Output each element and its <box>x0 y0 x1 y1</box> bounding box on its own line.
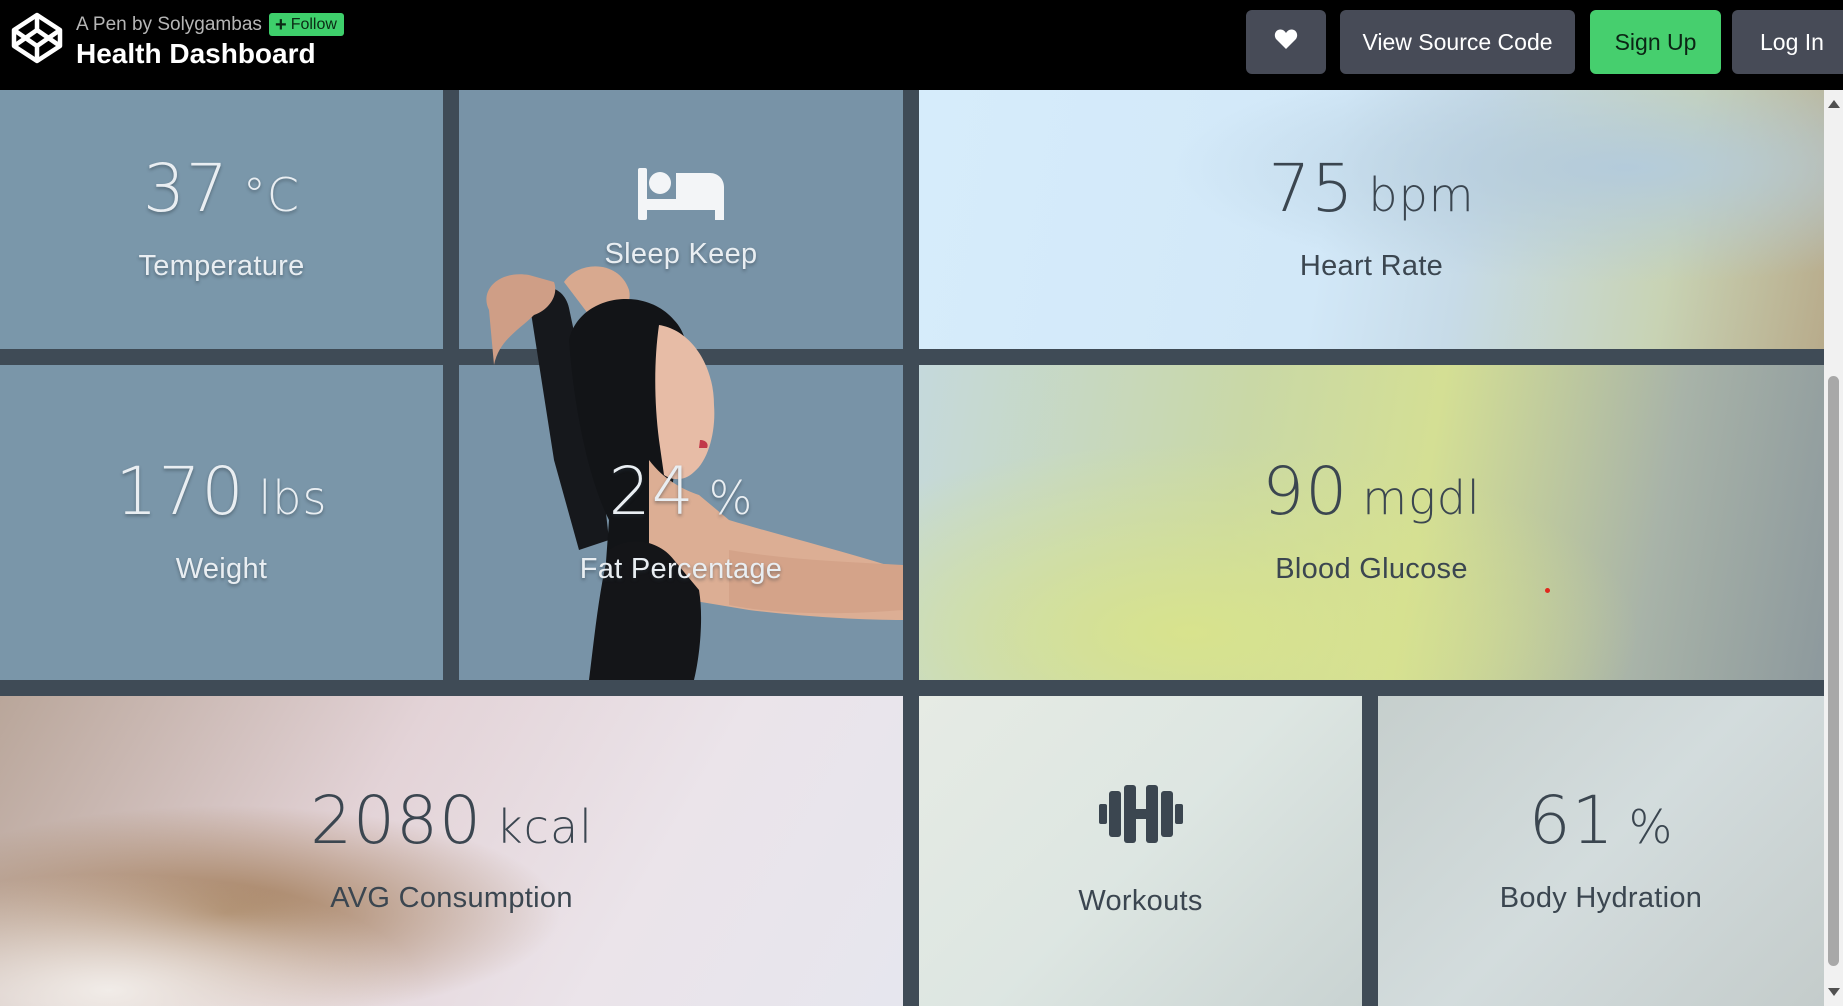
weight-label: Weight <box>175 553 268 585</box>
sign-up-button[interactable]: Sign Up <box>1590 10 1721 74</box>
temperature-unit: °C <box>242 168 301 222</box>
consumption-tile: 2080 kcal AVG Consumption <box>0 696 903 1006</box>
hydration-number: 61 <box>1528 781 1615 859</box>
view-source-button[interactable]: View Source Code <box>1340 10 1575 74</box>
pen-author[interactable]: A Pen by Solygambas <box>76 14 262 36</box>
heart-rate-number: 75 <box>1268 150 1355 227</box>
temperature-label: Temperature <box>138 250 305 282</box>
heart-rate-tile: 75 bpm Heart Rate <box>919 90 1824 349</box>
heart-icon <box>1274 28 1298 56</box>
consumption-value: 2080 kcal <box>310 787 593 854</box>
scroll-thumb[interactable] <box>1828 376 1839 966</box>
blood-glucose-tile: 90 mgdl Blood Glucose <box>919 365 1824 680</box>
weight-tile: 170 lbs Weight <box>0 365 443 680</box>
fat-number: 24 <box>608 453 695 530</box>
glucose-value: 90 mgdl <box>1262 459 1480 525</box>
top-bar: A Pen by Solygambas + Follow Health Dash… <box>0 0 1843 90</box>
glucose-label: Blood Glucose <box>1275 553 1468 585</box>
glucose-number: 90 <box>1262 453 1349 530</box>
temperature-value: 37 °C <box>143 156 300 222</box>
fat-unit: % <box>708 471 754 525</box>
weight-value: 170 lbs <box>116 459 328 525</box>
cursor-dot <box>1545 588 1550 593</box>
heart-rate-label: Heart Rate <box>1299 250 1444 282</box>
heart-rate-unit: bpm <box>1368 168 1475 222</box>
consumption-number: 2080 <box>310 781 483 859</box>
hydration-unit: % <box>1628 799 1674 854</box>
sleep-label-overlay: Sleep Keep <box>604 238 758 270</box>
log-in-button[interactable]: Log In <box>1732 10 1843 74</box>
fat-label: Fat Percentage <box>579 553 783 585</box>
hydration-label: Body Hydration <box>1499 881 1703 914</box>
dashboard-grid: 37°C Temperature Sleep Keep 75bpm Heart … <box>0 90 1824 1006</box>
glucose-unit: mgdl <box>1362 471 1481 525</box>
vertical-scrollbar[interactable] <box>1824 90 1843 1006</box>
sleep-tile-content: Sleep Keep <box>459 90 903 349</box>
weight-unit: lbs <box>258 471 328 525</box>
workouts-label: Workouts <box>1078 884 1203 917</box>
consumption-label: AVG Consumption <box>330 881 573 914</box>
plus-icon: + <box>275 13 287 36</box>
like-button[interactable] <box>1246 10 1326 74</box>
hydration-tile: 61% Body Hydration <box>1378 696 1824 1006</box>
weight-number: 170 <box>115 453 245 530</box>
fat-value: 24% <box>609 459 754 525</box>
follow-label: Follow <box>290 16 337 33</box>
hydration-value: 61% <box>1529 787 1674 854</box>
consumption-unit: kcal <box>496 799 593 854</box>
page-title: Health Dashboard <box>76 38 316 69</box>
workouts-tile: Workouts <box>919 696 1362 1006</box>
dumbbell-icon <box>1098 784 1183 843</box>
scroll-down-arrow-icon[interactable] <box>1828 988 1840 996</box>
scroll-up-arrow-icon[interactable] <box>1828 100 1840 108</box>
codepen-logo-icon[interactable] <box>10 11 64 65</box>
fat-tile-content: 24% Fat Percentage <box>459 365 903 680</box>
temperature-tile: 37 °C Temperature <box>0 90 443 349</box>
heart-rate-value: 75 bpm <box>1268 156 1474 222</box>
follow-button[interactable]: + Follow <box>269 13 344 36</box>
temperature-number: 37 <box>142 150 229 227</box>
